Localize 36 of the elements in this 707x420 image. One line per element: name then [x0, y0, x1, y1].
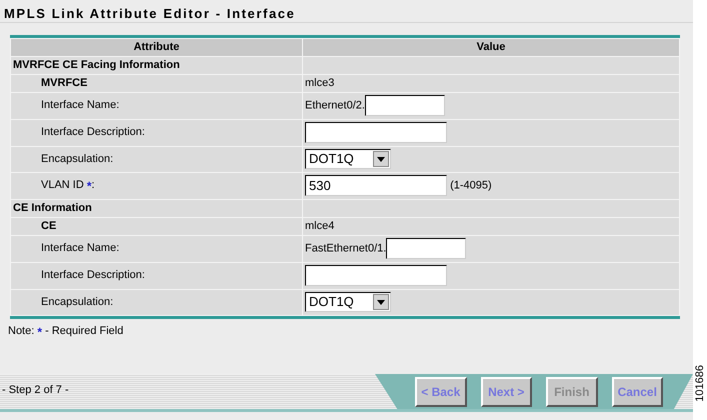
- wizard-button[interactable]: Cancel: [612, 376, 663, 406]
- field-label: Encapsulation:: [41, 296, 114, 308]
- column-header: Value: [302, 38, 680, 56]
- section-heading: MVRFCE CE Facing Information: [10, 56, 302, 74]
- input-field[interactable]: [364, 95, 445, 116]
- note-label: Note:: [8, 324, 34, 336]
- figure-number: 101686: [694, 365, 706, 402]
- input-field[interactable]: [386, 238, 466, 259]
- wizard-button[interactable]: < Back: [415, 376, 466, 406]
- required-mark: *: [37, 324, 42, 338]
- field-label: Interface Name:: [41, 242, 120, 254]
- field-label: :: [92, 178, 95, 190]
- field-label: Interface Name:: [41, 99, 120, 112]
- wizard-button[interactable]: Next >: [480, 376, 532, 406]
- field-label: VLAN ID: [41, 178, 84, 190]
- dropdown[interactable]: DOT1Q: [305, 149, 391, 169]
- input-field[interactable]: [305, 122, 447, 143]
- field-label: Encapsulation:: [41, 152, 114, 165]
- field-value: mlce4: [305, 220, 334, 232]
- field-label: CE: [41, 220, 56, 232]
- range-hint: (1-4095): [450, 179, 492, 192]
- input-field[interactable]: [305, 265, 447, 286]
- section-heading: CE Information: [10, 199, 302, 217]
- field-label: Interface Description:: [41, 126, 145, 138]
- field-label: MVRFCE: [41, 76, 88, 89]
- field-label: Interface Description:: [41, 269, 145, 282]
- required-mark: *: [86, 178, 92, 192]
- interface-prefix: Ethernet0/2.: [305, 99, 365, 112]
- interface-prefix: FastEthernet0/1.: [305, 242, 386, 254]
- page-title: MPLS Link Attribute Editor - Interface: [4, 5, 296, 23]
- dropdown[interactable]: DOT1Q: [305, 292, 391, 312]
- step-indicator: - Step 2 of 7 -: [2, 384, 69, 396]
- field-value: mlce3: [305, 76, 334, 89]
- input-field[interactable]: 530: [305, 175, 447, 196]
- column-header: Attribute: [10, 38, 302, 56]
- note-text: - Required Field: [45, 324, 124, 336]
